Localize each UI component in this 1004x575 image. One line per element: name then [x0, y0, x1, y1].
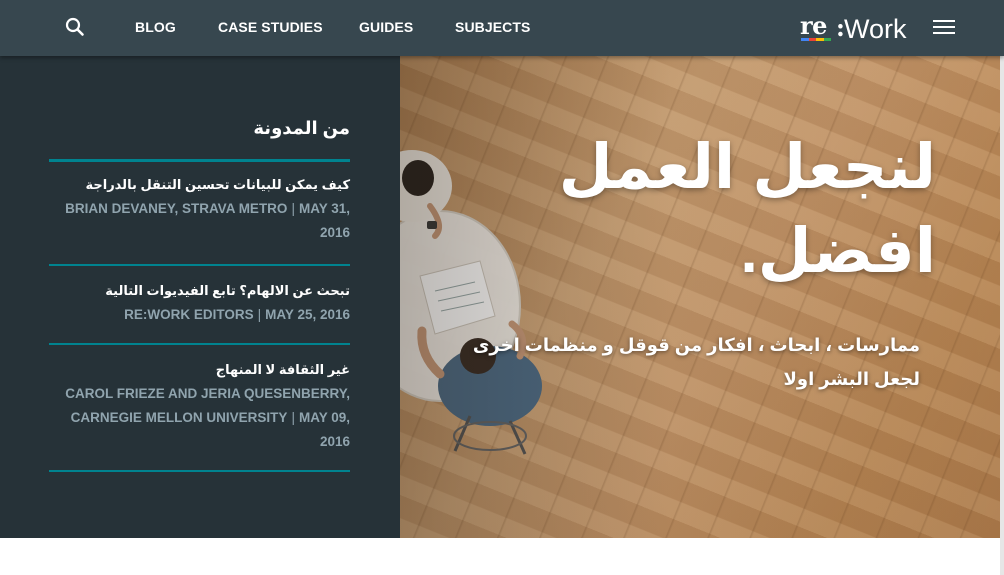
blog-section-heading: من المدونة [253, 118, 350, 138]
logo-stripe-yellow [816, 38, 824, 41]
blog-post-meta: RE:WORK EDITORS | MAY 25, 2016 [49, 303, 350, 327]
meta-separator: | [291, 201, 295, 216]
blog-post-date: MAY 31, 2016 [298, 201, 350, 240]
logo-work-text: Work [844, 14, 907, 44]
logo-stripe-red [808, 38, 816, 41]
meta-separator: | [291, 410, 295, 425]
menu-line [933, 26, 955, 28]
blog-post-3: غير الثقافة لا المنهاج CAROL FRIEZE AND … [49, 361, 350, 454]
nav-link-blog[interactable]: BLOG [135, 19, 176, 35]
blog-post-meta: CAROL FRIEZE AND JERIA QUESENBERRY, CARN… [49, 382, 350, 454]
search-icon[interactable] [62, 14, 88, 40]
menu-line [933, 20, 955, 22]
blog-post-title-link[interactable]: تبحث عن الالهام؟ تابع الفيديوات التالية [49, 282, 350, 300]
logo-color-stripe [801, 38, 831, 41]
hamburger-menu-icon[interactable] [933, 20, 955, 36]
blog-post-divider [49, 264, 350, 266]
menu-line [933, 32, 955, 34]
meta-separator: | [257, 307, 262, 322]
blog-post-divider [49, 343, 350, 345]
nav-link-case-studies[interactable]: CASE STUDIES [218, 19, 323, 35]
page-content-area [0, 538, 1004, 575]
blog-post-title-link[interactable]: غير الثقافة لا المنهاج [49, 361, 350, 379]
nav-link-guides[interactable]: GUIDES [359, 19, 413, 35]
blog-post-date: MAY 09, 2016 [298, 410, 350, 449]
blog-divider [49, 159, 350, 162]
hero-banner: لنجعل العمل افضل. ممارسات ، ابحاث ، افكا… [400, 56, 1004, 538]
logo-re-text: re [800, 11, 827, 40]
blog-post-divider [49, 470, 350, 472]
top-navigation-bar: BLOG CASE STUDIES GUIDES SUBJECTS re : W… [0, 0, 1004, 56]
blog-post-author: BRIAN DEVANEY, STRAVA METRO [65, 201, 288, 216]
blog-panel: من المدونة كيف يمكن للبيانات تحسين التنق… [0, 56, 400, 538]
logo-stripe-green [823, 38, 831, 41]
blog-post-2: تبحث عن الالهام؟ تابع الفيديوات التالية … [49, 282, 350, 327]
hero-subtitle: ممارسات ، ابحاث ، افكار من قوقل و منظمات… [472, 335, 920, 389]
blog-post-1: كيف يمكن للبيانات تحسين التنقل بالدراجة … [49, 176, 350, 245]
blog-post-meta: BRIAN DEVANEY, STRAVA METRO | MAY 31, 2016 [49, 197, 350, 245]
rework-logo[interactable]: re : Work [800, 10, 910, 44]
blog-post-author: RE:WORK EDITORS [124, 307, 254, 322]
logo-stripe-blue [801, 38, 809, 41]
scrollbar-track[interactable] [1000, 56, 1004, 575]
blog-post-title-link[interactable]: كيف يمكن للبيانات تحسين التنقل بالدراجة [49, 176, 350, 194]
hero-headline: لنجعل العمل افضل. [558, 133, 936, 286]
nav-link-subjects[interactable]: SUBJECTS [455, 19, 530, 35]
blog-post-date: MAY 25, 2016 [265, 307, 350, 322]
